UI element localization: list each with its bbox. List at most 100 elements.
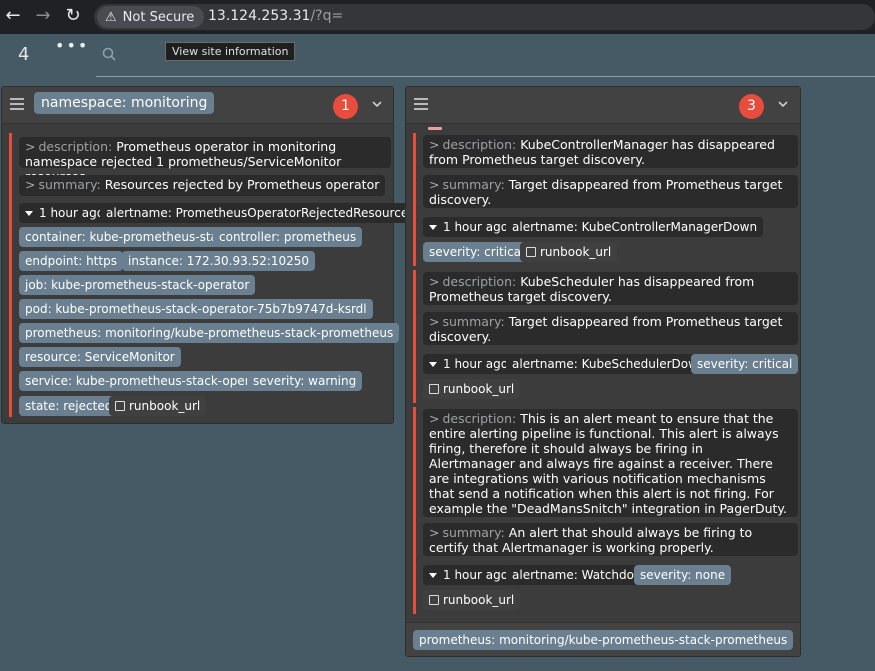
shared-label-prometheus[interactable]: prometheus: monitoring/kube-prometheus-s… [413, 630, 794, 650]
caret-down-icon [429, 225, 437, 230]
label-severity[interactable]: severity: none [634, 565, 732, 585]
link-label: runbook_url [443, 593, 515, 607]
annotation-key: summary: [442, 314, 505, 329]
label-alertname[interactable]: alertname: KubeSchedulerDown [506, 354, 712, 374]
label-container[interactable]: container: kube-prometheus-stack [19, 227, 238, 247]
description-annotation[interactable]: > description: This is an alert meant to … [423, 409, 798, 517]
description-annotation[interactable]: > description: Prometheus operator in mon… [19, 137, 391, 184]
label-instance[interactable]: instance: 172.30.93.52:10250 [122, 251, 316, 271]
filter-input-underline[interactable] [96, 76, 875, 77]
alert-group-monitoring: namespace: monitoring 1 > description: Pr… [1, 86, 421, 424]
search-icon[interactable] [102, 47, 116, 61]
annotation-key: summary: [442, 525, 505, 540]
label-alertname[interactable]: alertname: KubeControllerManagerDown [506, 217, 764, 237]
label-endpoint[interactable]: endpoint: https [19, 251, 123, 271]
summary-annotation[interactable]: > summary: Target disappeared from Promet… [423, 312, 798, 345]
label-severity[interactable]: severity: warning [247, 371, 363, 391]
group-menu-icon[interactable] [10, 95, 24, 113]
time-toggle[interactable]: 1 hour ago [19, 203, 111, 223]
annotation-value: This is an alert meant to ensure that th… [429, 411, 787, 516]
back-arrow-icon[interactable]: ← [2, 5, 24, 27]
time-label: 1 hour ago [443, 220, 509, 234]
external-link-icon [526, 247, 536, 257]
annotation-key: description: [442, 274, 517, 289]
runbook-link[interactable]: runbook_url [109, 396, 207, 416]
chevron-right-icon: > [429, 274, 440, 289]
runbook-link[interactable]: runbook_url [423, 379, 521, 399]
browser-toolbar: ← → ↻ ⚠ Not Secure 13.124.253.31/?q= [0, 0, 875, 34]
label-state[interactable]: state: rejected [19, 396, 119, 416]
caret-down-icon [429, 362, 437, 367]
annotation-key: description: [38, 139, 113, 154]
group-header: 3 [406, 87, 800, 124]
annotation-key: description: [442, 411, 517, 426]
external-link-icon [429, 595, 439, 605]
annotation-key: summary: [442, 177, 505, 192]
alert-card: > description: Prometheus operator in mon… [9, 133, 421, 417]
external-link-icon [115, 401, 125, 411]
chevron-right-icon: > [429, 137, 440, 152]
caret-down-icon [25, 211, 33, 216]
annotation-value: Resources rejected by Prometheus operato… [104, 177, 380, 192]
label-alertname[interactable]: alertname: Watchdog [506, 565, 648, 585]
time-toggle[interactable]: 1 hour ago [423, 217, 515, 237]
label-prometheus[interactable]: prometheus: monitoring/kube-prometheus-s… [19, 323, 400, 343]
chevron-down-icon[interactable] [778, 99, 788, 109]
more-dots-icon[interactable]: ••• [55, 36, 89, 55]
summary-annotation[interactable]: > summary: Resources rejected by Promethe… [19, 175, 386, 196]
forward-arrow-icon[interactable]: → [32, 5, 54, 27]
runbook-link[interactable]: runbook_url [423, 590, 521, 610]
link-label: runbook_url [129, 399, 201, 413]
link-label: runbook_url [540, 245, 612, 259]
url-host: 13.124.253.31 [208, 8, 311, 24]
group-footer: prometheus: monitoring/kube-prometheus-s… [406, 622, 800, 656]
description-annotation[interactable]: > description: KubeControllerManager has … [423, 135, 798, 168]
alert-card: > description: KubeControllerManager has … [413, 133, 798, 266]
caret-down-icon [429, 573, 437, 578]
label-severity[interactable]: severity: critical [423, 242, 531, 262]
chevron-down-icon[interactable] [372, 99, 382, 109]
site-info-chip[interactable]: ⚠ Not Secure [97, 6, 205, 28]
label-controller[interactable]: controller: prometheus [213, 227, 363, 247]
label-job[interactable]: job: kube-prometheus-stack-operator [19, 275, 256, 295]
external-link-icon [429, 384, 439, 394]
alert-card: > description: KubeScheduler has disappea… [413, 270, 799, 403]
description-annotation[interactable]: > description: KubeScheduler has disappea… [423, 272, 798, 305]
time-label: 1 hour ago [443, 568, 509, 582]
address-bar[interactable]: ⚠ Not Secure 13.124.253.31/?q= [94, 4, 875, 30]
time-toggle[interactable]: 1 hour ago [423, 354, 515, 374]
url-text[interactable]: 13.124.253.31/?q= [208, 8, 343, 24]
group-alert-count-badge: 3 [739, 94, 764, 119]
time-label: 1 hour ago [443, 357, 509, 371]
reload-icon[interactable]: ↻ [62, 5, 84, 27]
summary-annotation[interactable]: > summary: An alert that should always be… [423, 523, 798, 556]
chevron-right-icon: > [429, 411, 440, 426]
scroll-indicator [428, 127, 442, 130]
link-label: runbook_url [443, 382, 515, 396]
url-path: /?q= [310, 8, 344, 24]
group-title[interactable]: namespace: monitoring [34, 92, 215, 114]
time-toggle[interactable]: 1 hour ago [423, 565, 515, 585]
chevron-right-icon: > [429, 314, 440, 329]
label-service[interactable]: service: kube-prometheus-stack-operator [19, 371, 280, 391]
group-header: namespace: monitoring 1 [2, 87, 393, 124]
chevron-right-icon: > [25, 139, 36, 154]
warning-triangle-icon: ⚠ [105, 9, 117, 25]
app-navbar: 4 ••• [0, 34, 875, 80]
chevron-right-icon: > [429, 525, 440, 540]
label-resource[interactable]: resource: ServiceMonitor [19, 347, 181, 367]
group-alert-count-badge: 1 [333, 94, 358, 119]
security-label: Not Secure [122, 9, 195, 25]
label-severity[interactable]: severity: critical [691, 354, 799, 374]
annotation-key: description: [442, 137, 517, 152]
chevron-right-icon: > [25, 177, 36, 192]
label-pod[interactable]: pod: kube-prometheus-stack-operator-75b7… [19, 299, 373, 319]
runbook-link[interactable]: runbook_url [520, 242, 618, 262]
alert-count: 4 [18, 44, 30, 65]
summary-annotation[interactable]: > summary: Target disappeared from Promet… [423, 175, 798, 208]
alert-group-2: 3 > description: KubeControllerManager ha… [405, 86, 801, 657]
group-menu-icon[interactable] [414, 95, 428, 113]
annotation-key: summary: [38, 177, 101, 192]
alert-card: > description: This is an alert meant to … [413, 407, 798, 614]
label-alertname[interactable]: alertname: PrometheusOperatorRejectedRes… [100, 203, 421, 223]
